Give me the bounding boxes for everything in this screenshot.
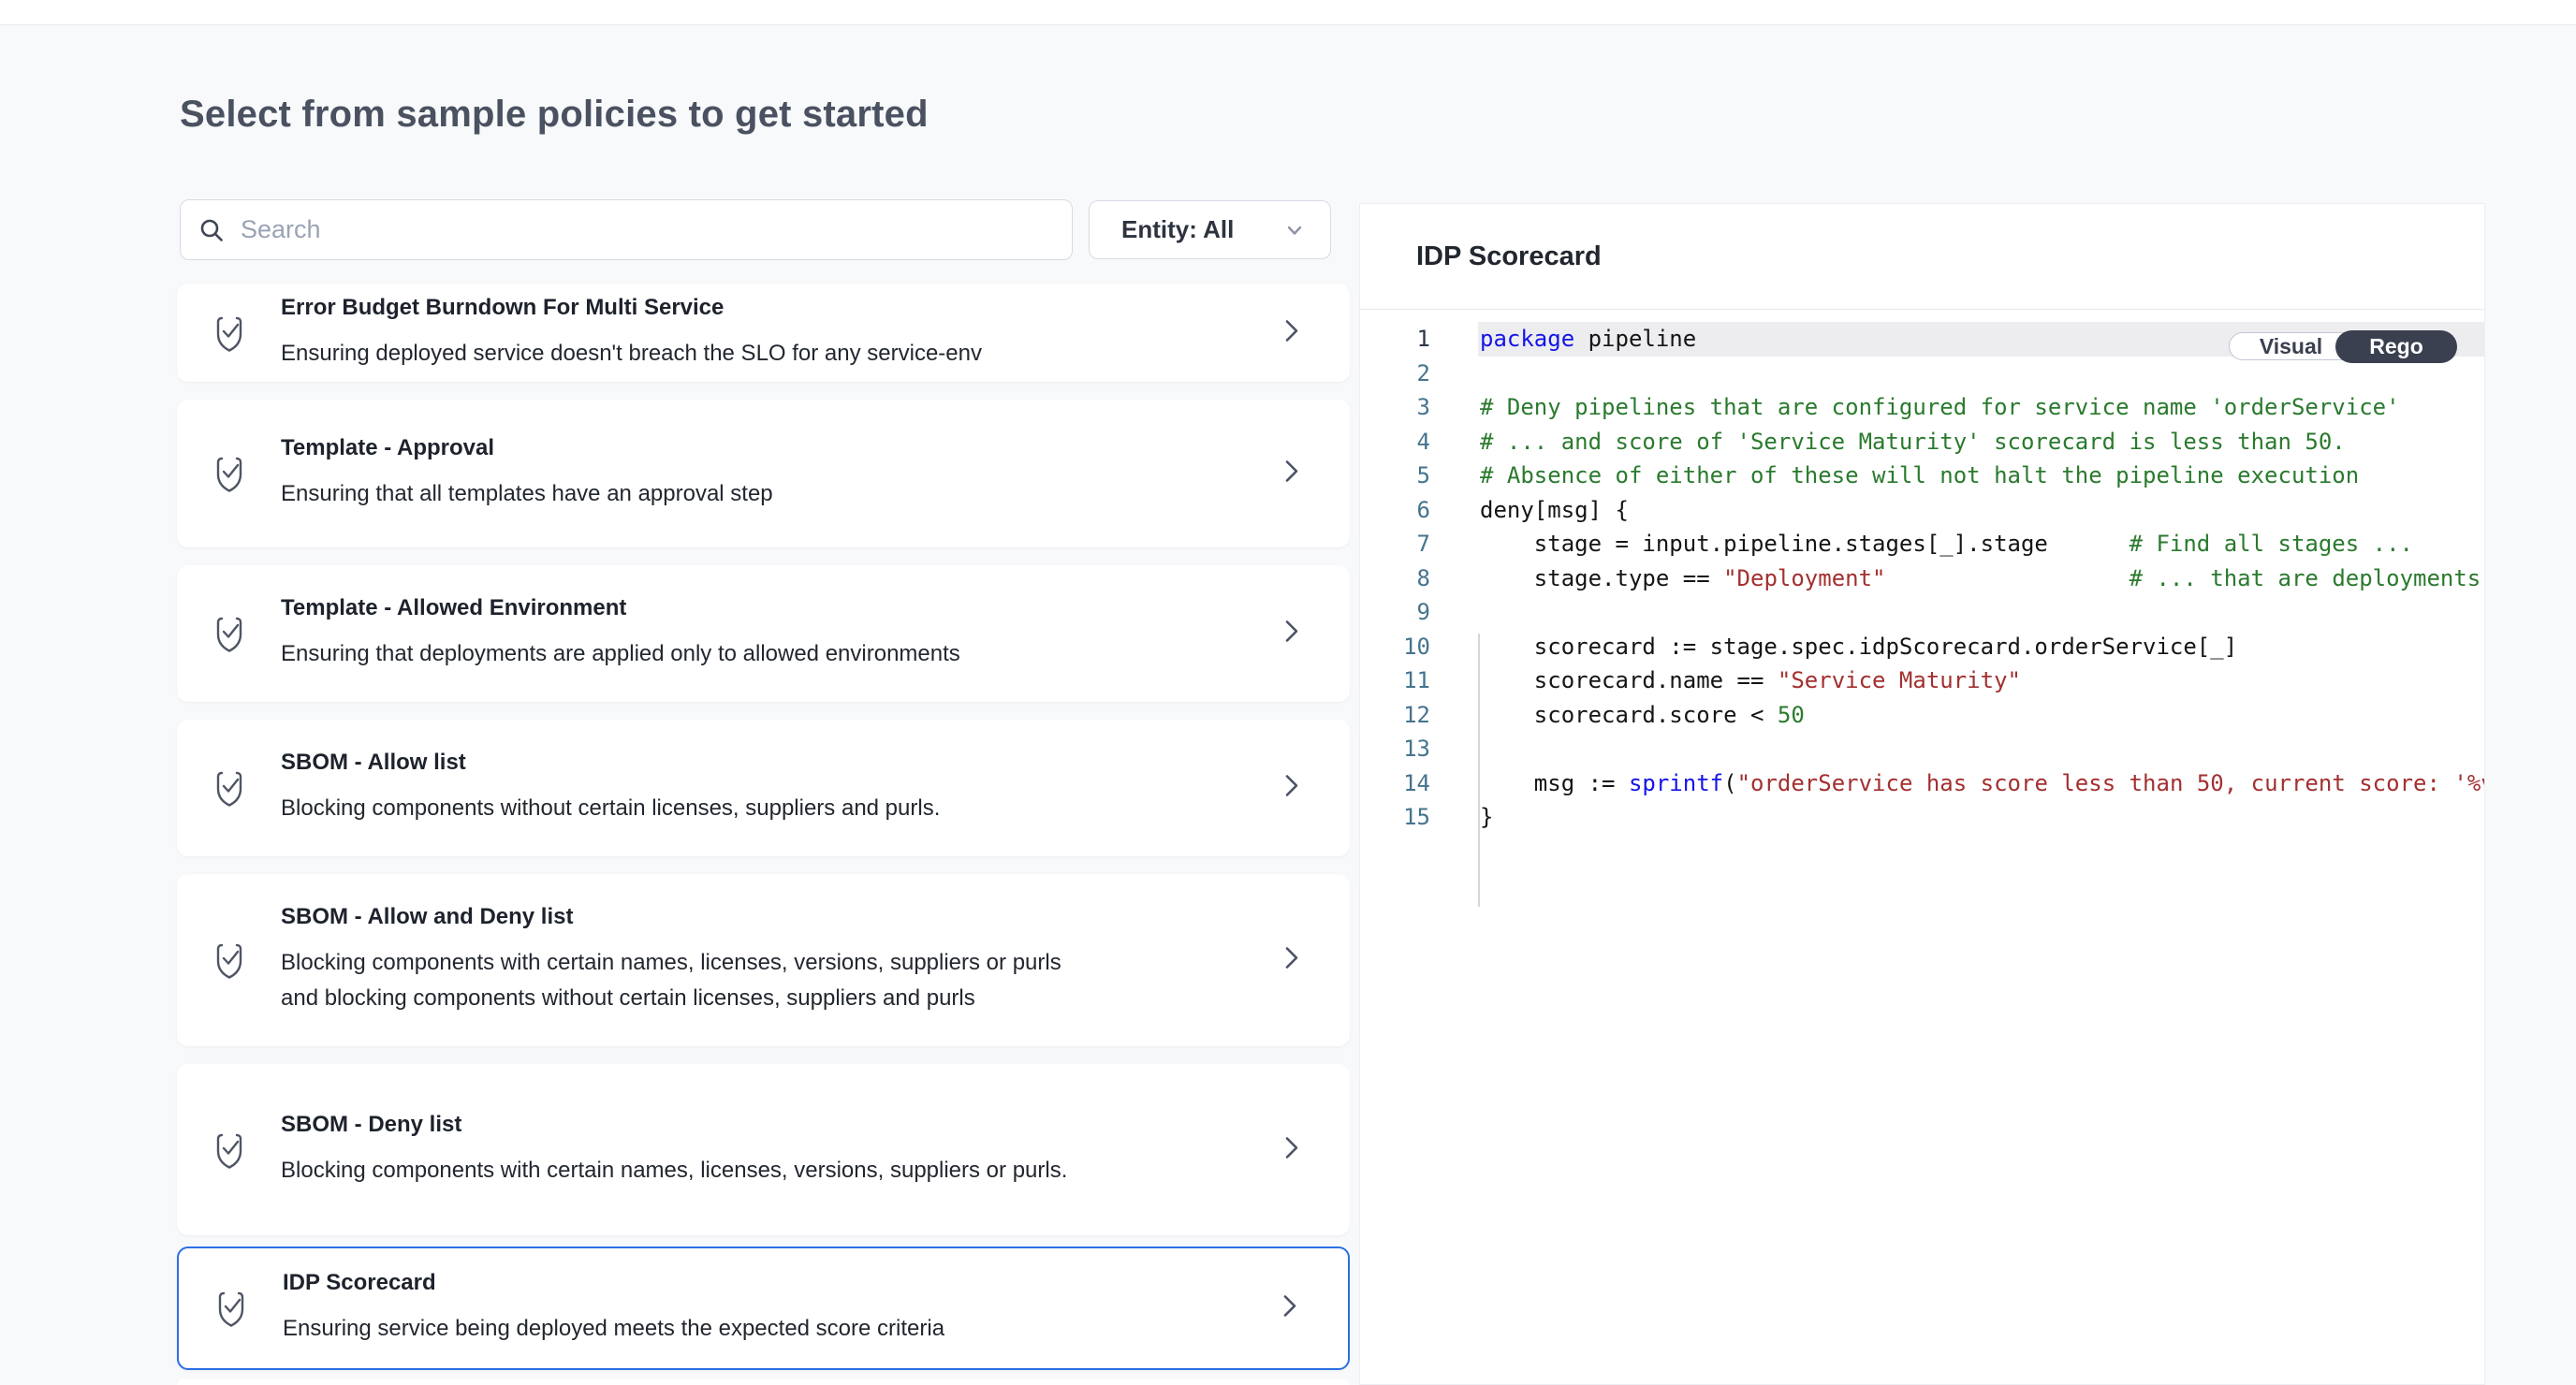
entity-filter-label: Entity: All <box>1121 215 1283 244</box>
code-line: 13 <box>1360 732 2484 766</box>
policy-card-sbom-allow-and-deny-list[interactable]: SBOM - Allow and Deny list Blocking comp… <box>177 874 1350 1046</box>
line-number: 9 <box>1360 595 1449 630</box>
line-number: 8 <box>1360 561 1449 596</box>
policy-title: Template - Approval <box>281 435 773 461</box>
code-text: # ... and score of 'Service Maturity' sc… <box>1478 425 2484 459</box>
shield-check-icon <box>214 1289 248 1328</box>
chevron-right-icon <box>1279 316 1305 349</box>
code-line: 6 deny[msg] { <box>1360 493 2484 528</box>
policy-card-sbom-allow-list[interactable]: SBOM - Allow list Blocking components wi… <box>177 720 1350 856</box>
toggle-rego-button[interactable]: Rego <box>2335 330 2457 363</box>
code-text: deny[msg] { <box>1478 493 2484 528</box>
line-number: 1 <box>1360 322 1449 357</box>
line-number: 7 <box>1360 527 1449 561</box>
code-line: 15} <box>1360 800 2484 835</box>
line-number: 2 <box>1360 357 1449 391</box>
chevron-right-icon <box>1279 458 1305 490</box>
search-icon <box>198 216 226 244</box>
indent-guide <box>1478 634 1480 907</box>
code-text <box>1478 357 2484 391</box>
line-number: 6 <box>1360 493 1449 528</box>
policy-card-error-budget-burndown[interactable]: Error Budget Burndown For Multi Service … <box>177 284 1350 382</box>
line-number: 4 <box>1360 425 1449 459</box>
code-text <box>1478 732 2484 766</box>
code-line: 8 stage.type == "Deployment" # ... that … <box>1360 561 2484 596</box>
chevron-right-icon <box>1279 772 1305 805</box>
code-line: 9 <box>1360 595 2484 630</box>
code-line: 2 <box>1360 357 2484 391</box>
shield-check-icon <box>212 1130 246 1170</box>
code-text: stage = input.pipeline.stages[_].stage #… <box>1478 527 2484 561</box>
policy-title: SBOM - Allow and Deny list <box>281 904 1086 930</box>
policy-title: IDP Scorecard <box>283 1270 944 1296</box>
next-card-peek <box>177 1379 1350 1385</box>
code-line: 4 # ... and score of 'Service Maturity' s… <box>1360 425 2484 459</box>
chevron-right-icon <box>1277 1292 1303 1325</box>
line-number: 11 <box>1360 663 1449 698</box>
policy-card-sbom-deny-list[interactable]: SBOM - Deny list Blocking components wit… <box>177 1064 1350 1235</box>
shield-check-icon <box>212 454 246 493</box>
policy-description: Ensuring deployed service doesn't breach… <box>281 336 982 372</box>
line-number: 14 <box>1360 766 1449 801</box>
policy-description: Ensuring that all templates have an appr… <box>281 476 773 512</box>
code-line: 5 # Absence of either of these will not h… <box>1360 459 2484 493</box>
code-text: scorecard := stage.spec.idpScorecard.ord… <box>1478 630 2484 664</box>
line-number: 13 <box>1360 732 1449 766</box>
visual-rego-toggle[interactable]: Visual Rego <box>2229 332 2456 360</box>
policy-description: Blocking components with certain names, … <box>281 1153 1067 1188</box>
line-number: 12 <box>1360 698 1449 733</box>
shield-check-icon <box>212 614 246 653</box>
policy-description: Blocking components without certain lice… <box>281 791 940 826</box>
code-line: 14 msg := sprintf("orderService has scor… <box>1360 766 2484 801</box>
search-input[interactable] <box>241 215 1055 244</box>
policy-title: SBOM - Allow list <box>281 750 940 776</box>
panel-header: IDP Scorecard <box>1360 204 2484 310</box>
policy-description: Ensuring service being deployed meets th… <box>283 1311 944 1347</box>
policy-description: Blocking components with certain names, … <box>281 945 1086 1016</box>
policy-detail-panel: IDP Scorecard 1package pipeline23# Deny … <box>1359 203 2485 1385</box>
policy-card-idp-scorecard[interactable]: IDP Scorecard Ensuring service being dep… <box>177 1246 1350 1370</box>
policy-description: Ensuring that deployments are applied on… <box>281 636 960 672</box>
page-title: Select from sample policies to get start… <box>180 94 929 136</box>
shield-check-icon <box>212 940 246 980</box>
chevron-right-icon <box>1279 618 1305 650</box>
code-text: # Deny pipelines that are configured for… <box>1478 390 2484 425</box>
line-number: 10 <box>1360 630 1449 664</box>
code-editor[interactable]: 1package pipeline23# Deny pipelines that… <box>1360 310 2484 835</box>
code-line: 11 scorecard.name == "Service Maturity" <box>1360 663 2484 698</box>
search-box[interactable] <box>180 199 1073 260</box>
top-bar <box>0 0 2576 25</box>
policy-title: Template - Allowed Environment <box>281 595 960 621</box>
entity-filter-dropdown[interactable]: Entity: All <box>1089 200 1331 259</box>
code-text <box>1478 595 2484 630</box>
shield-check-icon <box>212 768 246 808</box>
policy-card-template-allowed-environment[interactable]: Template - Allowed Environment Ensuring … <box>177 565 1350 702</box>
policy-title: SBOM - Deny list <box>281 1112 1067 1138</box>
code-line: 10 scorecard := stage.spec.idpScorecard.… <box>1360 630 2484 664</box>
code-text: scorecard.name == "Service Maturity" <box>1478 663 2484 698</box>
code-text: } <box>1478 800 2484 835</box>
code-text: # Absence of either of these will not ha… <box>1478 459 2484 493</box>
policy-card-template-approval[interactable]: Template - Approval Ensuring that all te… <box>177 400 1350 547</box>
line-number: 5 <box>1360 459 1449 493</box>
code-text: scorecard.score < 50 <box>1478 698 2484 733</box>
chevron-right-icon <box>1279 1133 1305 1166</box>
code-line: 12 scorecard.score < 50 <box>1360 698 2484 733</box>
line-number: 15 <box>1360 800 1449 835</box>
shield-check-icon <box>212 313 246 353</box>
code-line: 3 # Deny pipelines that are configured fo… <box>1360 390 2484 425</box>
panel-title: IDP Scorecard <box>1416 241 1602 272</box>
chevron-down-icon <box>1283 219 1306 241</box>
chevron-right-icon <box>1279 944 1305 977</box>
code-text: stage.type == "Deployment" # ... that ar… <box>1478 561 2484 596</box>
line-number: 3 <box>1360 390 1449 425</box>
code-text: msg := sprintf("orderService has score l… <box>1478 766 2484 801</box>
policy-title: Error Budget Burndown For Multi Service <box>281 295 982 321</box>
code-line: 7 stage = input.pipeline.stages[_].stage… <box>1360 527 2484 561</box>
